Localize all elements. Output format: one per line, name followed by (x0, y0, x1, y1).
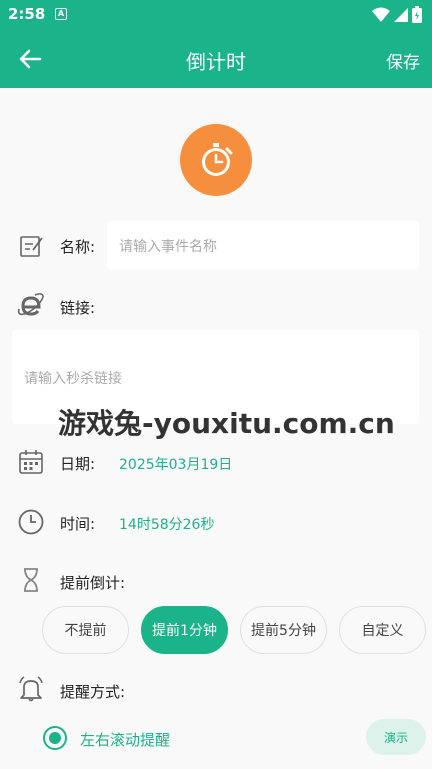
watermark-text: 游戏兔-youxitu.com.cn (58, 407, 395, 440)
save-button[interactable]: 保存 (386, 48, 420, 73)
time-label: 时间: (60, 515, 96, 533)
status-bar: 2:58 A (0, 0, 432, 30)
advance-option-none[interactable]: 不提前 (42, 606, 129, 654)
time-value[interactable]: 14时58分26秒 (119, 514, 214, 534)
advance-option-1min[interactable]: 提前1分钟 (141, 606, 228, 654)
remind-label: 提醒方式: (60, 683, 126, 701)
date-value[interactable]: 2025年03月19日 (119, 454, 232, 474)
app-toolbar: 倒计时 保存 (0, 30, 432, 88)
advance-label: 提前倒计: (60, 574, 126, 592)
battery-icon (412, 6, 422, 23)
notification-icon: A (55, 8, 67, 20)
link-label: 链接: (60, 299, 96, 317)
status-time: 2:58 (8, 5, 46, 23)
calendar-icon (19, 450, 43, 474)
demo-button[interactable]: 演示 (366, 719, 426, 755)
bell-icon (19, 676, 43, 702)
page-title: 倒计时 (186, 50, 246, 74)
remind-radio-scroll[interactable] (43, 726, 67, 750)
event-name-placeholder: 请输入事件名称 (119, 239, 217, 255)
link-placeholder: 请输入秒杀链接 (24, 371, 122, 387)
date-label: 日期: (60, 455, 96, 473)
form-content: 名称: 请输入事件名称 链接: 请输入秒杀链接 游戏兔-youxitu.com.… (0, 88, 432, 769)
clock-icon (18, 509, 44, 535)
clock-avatar[interactable] (180, 124, 252, 196)
stopwatch-icon (202, 143, 233, 176)
remind-option-label[interactable]: 左右滚动提醒 (80, 729, 170, 750)
advance-option-5min[interactable]: 提前5分钟 (240, 606, 327, 654)
browser-e-icon (17, 293, 44, 316)
event-name-input[interactable]: 请输入事件名称 (107, 221, 419, 269)
signal-icon (394, 7, 408, 22)
name-label: 名称: (60, 238, 96, 256)
status-icons (372, 6, 422, 23)
wifi-icon (372, 7, 390, 22)
edit-note-icon (20, 236, 43, 257)
advance-option-custom[interactable]: 自定义 (339, 606, 426, 654)
hourglass-icon (24, 568, 38, 592)
